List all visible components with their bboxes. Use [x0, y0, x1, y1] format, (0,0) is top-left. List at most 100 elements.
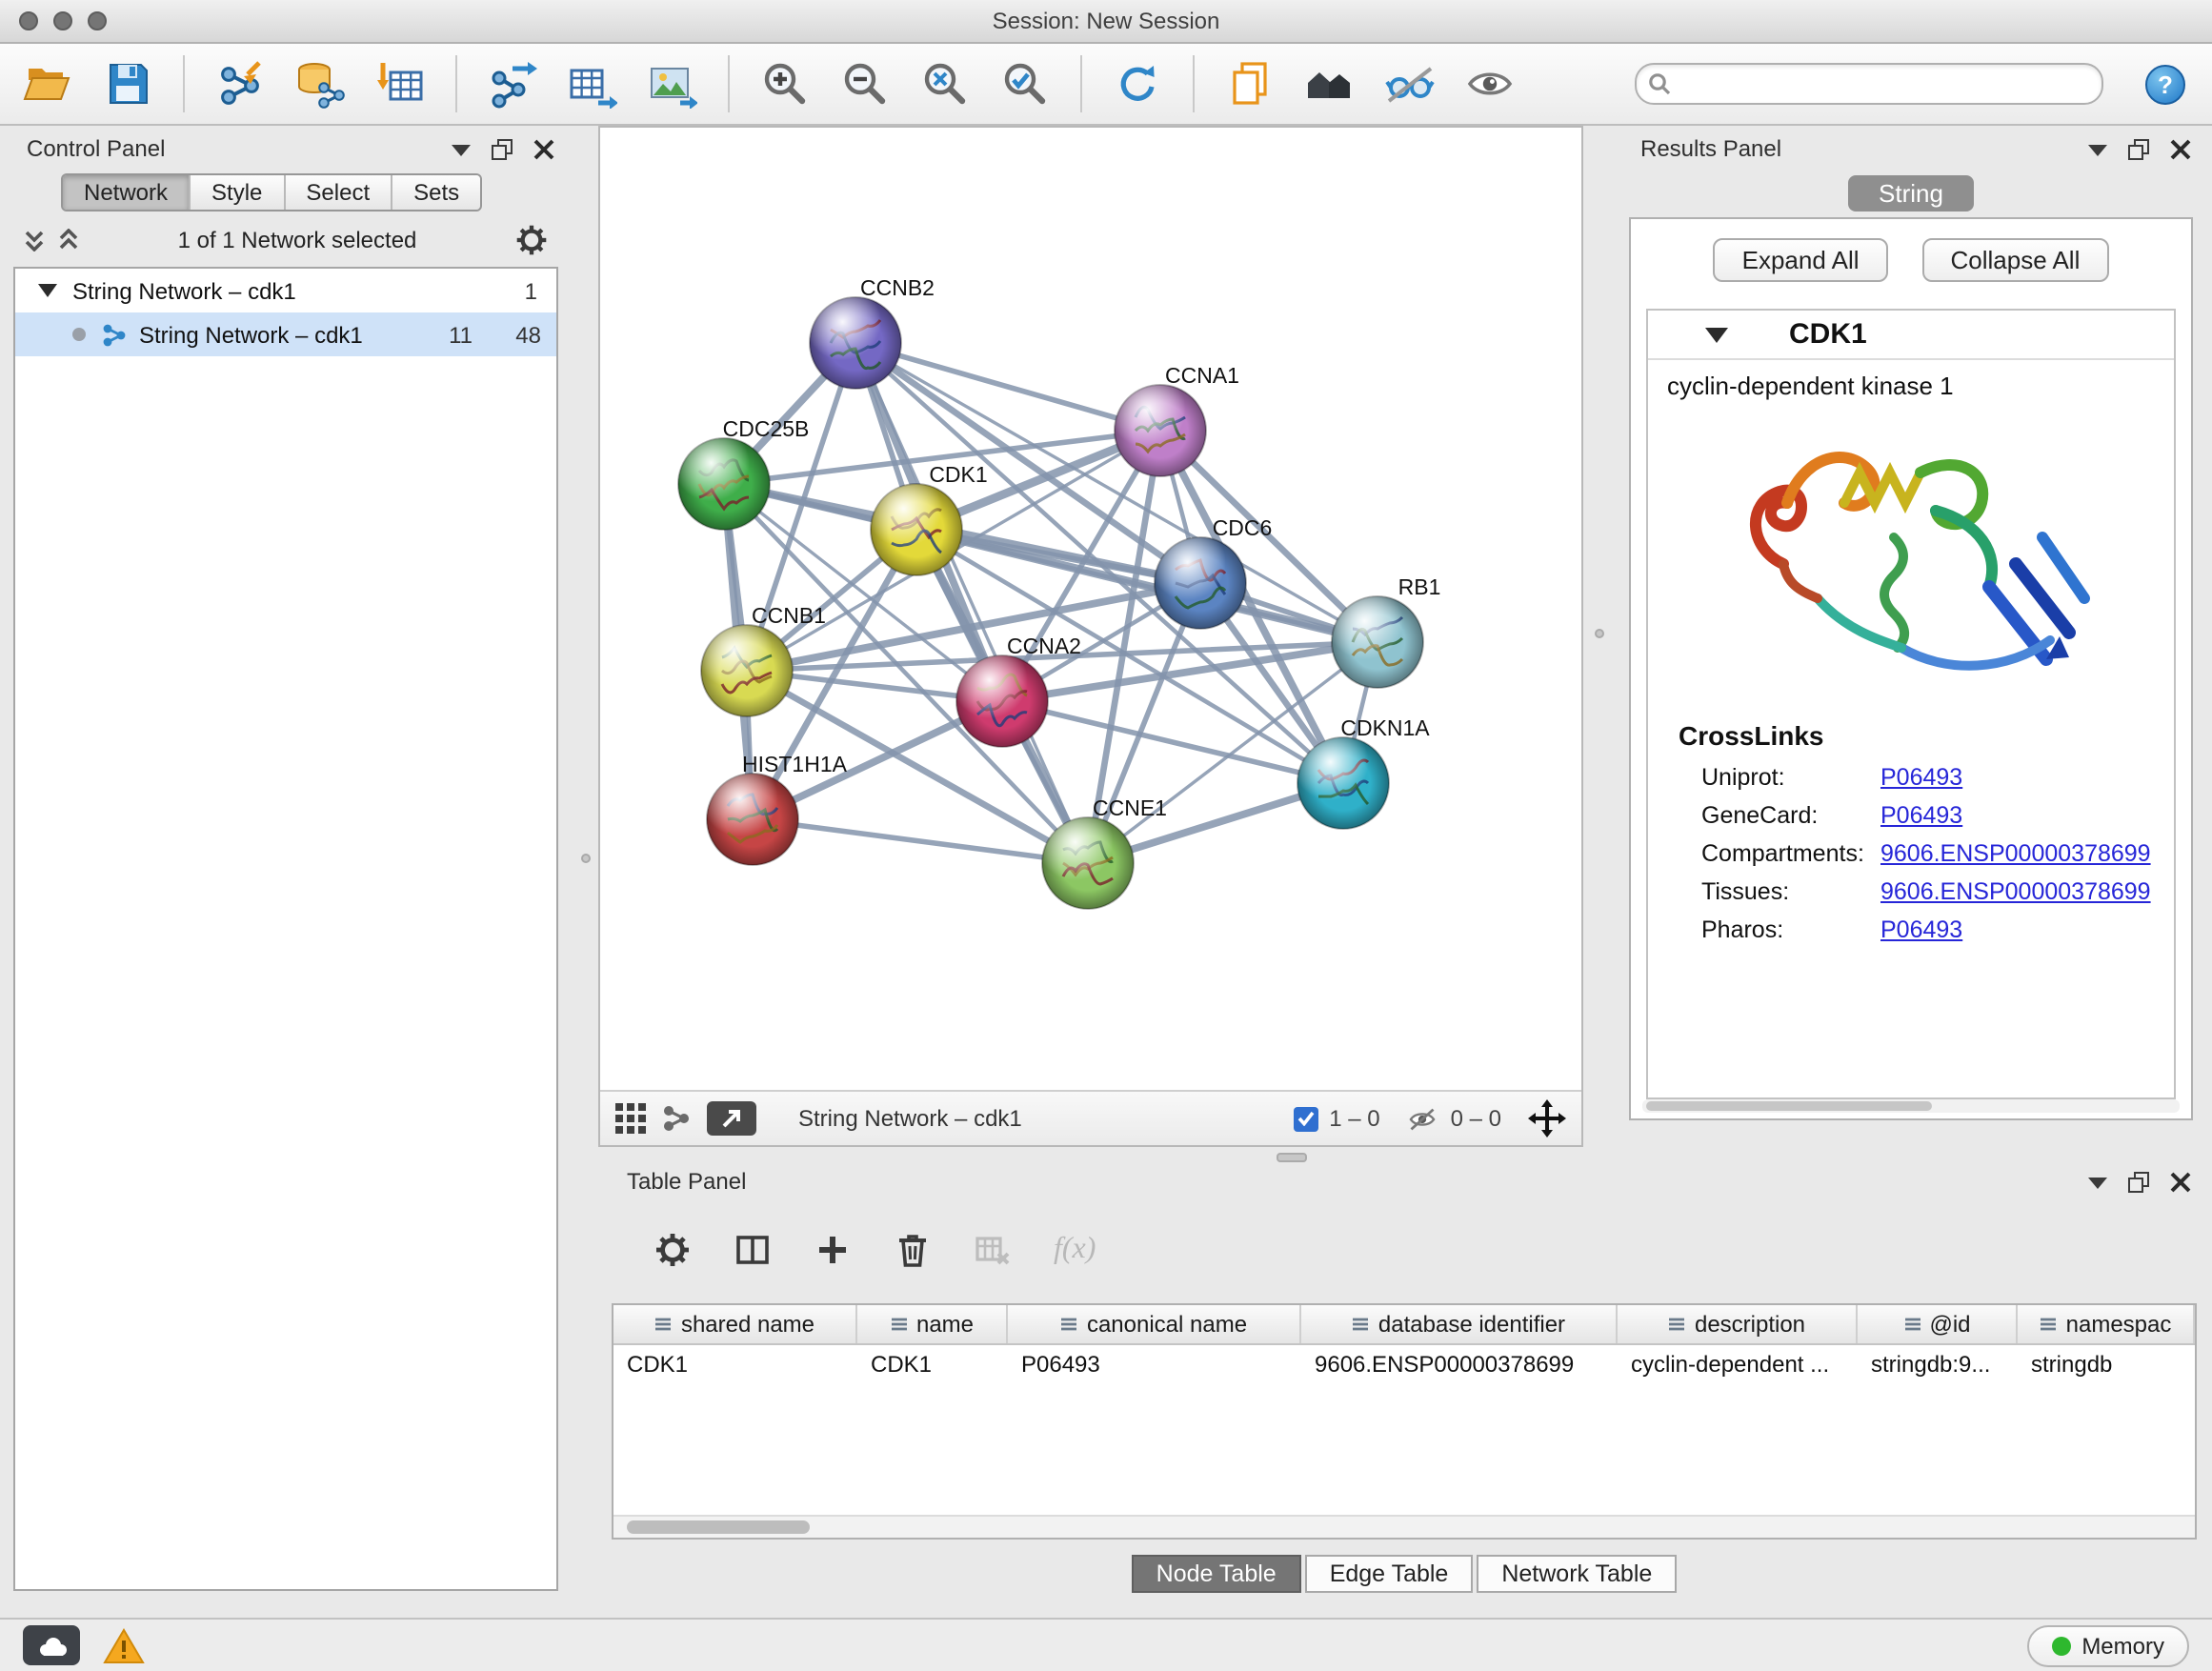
panel-menu-icon[interactable] — [2088, 1175, 2107, 1190]
network-node-CCNA2[interactable] — [956, 655, 1048, 747]
show-hide-button[interactable] — [1458, 51, 1522, 116]
apply-layout-button[interactable] — [1105, 51, 1170, 116]
results-panel: Results Panel String Expand All Collapse… — [1621, 133, 2201, 1128]
duplicate-pages-button[interactable] — [1217, 51, 1282, 116]
export-network-button[interactable] — [480, 51, 545, 116]
birdseye-grid-icon[interactable] — [615, 1103, 646, 1134]
toggle-graphics-details-button[interactable] — [1377, 51, 1442, 116]
panel-menu-icon[interactable] — [2088, 142, 2107, 157]
panel-float-icon[interactable] — [2128, 139, 2149, 160]
table-tabs: Node Table Edge Table Network Table — [608, 1555, 2201, 1593]
expand-all-button[interactable]: Expand All — [1714, 238, 1888, 282]
network-node-CCNA1[interactable] — [1115, 385, 1206, 476]
node-label-CDC6: CDC6 — [1213, 515, 1273, 540]
detach-view-button[interactable] — [707, 1101, 756, 1136]
table-horizontal-scrollbar[interactable] — [613, 1515, 2195, 1538]
network-node-RB1[interactable] — [1332, 596, 1423, 688]
tab-network[interactable]: Network — [63, 175, 189, 210]
network-node-CCNB1[interactable] — [701, 625, 793, 716]
panel-float-icon[interactable] — [2128, 1172, 2149, 1193]
tab-sets[interactable]: Sets — [391, 175, 480, 210]
column-header-id[interactable]: @id — [1858, 1305, 2018, 1343]
warning-icon[interactable] — [103, 1626, 145, 1664]
crosslink-tissues[interactable]: 9606.ENSP00000378699 — [1880, 878, 2151, 905]
tab-node-table[interactable]: Node Table — [1132, 1555, 1301, 1593]
network-options-gear-icon[interactable] — [514, 223, 549, 257]
export-image-button[interactable] — [640, 51, 705, 116]
crosslink-compartments[interactable]: 9606.ENSP00000378699 — [1880, 840, 2151, 867]
column-header-description[interactable]: description — [1618, 1305, 1858, 1343]
column-type-icon — [654, 1315, 674, 1334]
pan-move-icon[interactable] — [1528, 1099, 1566, 1137]
help-button[interactable]: ? — [2145, 64, 2185, 104]
check-icon — [1297, 1111, 1314, 1126]
panel-close-icon[interactable] — [2170, 139, 2191, 160]
selection-checkbox[interactable] — [1293, 1106, 1317, 1131]
add-column-plus-icon[interactable] — [814, 1231, 852, 1269]
collapse-all-icon[interactable] — [23, 229, 46, 252]
right-splitter-handle[interactable] — [1595, 629, 1604, 638]
panel-float-icon[interactable] — [492, 139, 513, 160]
cloud-button[interactable] — [23, 1625, 80, 1665]
zoom-in-button[interactable] — [753, 51, 817, 116]
left-splitter-handle[interactable] — [581, 854, 591, 863]
memory-button[interactable]: Memory — [2026, 1624, 2189, 1666]
show-columns-icon[interactable] — [734, 1231, 772, 1269]
results-scrollbar[interactable] — [1642, 1099, 2180, 1113]
string-results-box: Expand All Collapse All CDK1 cyclin-depe… — [1629, 217, 2193, 1120]
delete-trash-icon[interactable] — [894, 1231, 932, 1269]
home-view-button[interactable] — [1297, 51, 1362, 116]
import-network-file-button[interactable] — [208, 51, 272, 116]
table-row[interactable]: CDK1 CDK1 P06493 9606.ENSP00000378699 cy… — [613, 1345, 2195, 1383]
zoom-fit-button[interactable] — [913, 51, 977, 116]
network-node-CDC25B[interactable] — [678, 438, 770, 530]
zoom-out-button[interactable] — [833, 51, 897, 116]
crosslink-uniprot[interactable]: P06493 — [1880, 764, 1962, 791]
import-network-database-button[interactable] — [288, 51, 352, 116]
expand-all-icon[interactable] — [57, 229, 80, 252]
network-node-CDK1[interactable] — [871, 484, 962, 575]
column-header-database-identifier[interactable]: database identifier — [1301, 1305, 1618, 1343]
network-bullet-icon — [72, 328, 86, 341]
gene-expander-icon[interactable] — [1705, 327, 1728, 342]
export-table-button[interactable] — [560, 51, 625, 116]
overview-share-icon[interactable] — [661, 1103, 692, 1134]
function-builder-fx[interactable]: f(x) — [1054, 1233, 1096, 1267]
panel-close-icon[interactable] — [2170, 1172, 2191, 1193]
panel-close-icon[interactable] — [533, 139, 554, 160]
tab-style[interactable]: Style — [189, 175, 283, 210]
zoom-selected-button[interactable] — [993, 51, 1057, 116]
column-header-shared-name[interactable]: shared name — [613, 1305, 857, 1343]
network-node-CCNE1[interactable] — [1042, 817, 1134, 909]
titlebar: Session: New Session — [0, 0, 2212, 44]
crosslink-pharos[interactable]: P06493 — [1880, 916, 1962, 943]
crosslink-genecard[interactable]: P06493 — [1880, 802, 1962, 829]
hidden-eye-slash-icon[interactable] — [1407, 1104, 1439, 1133]
column-header-namespace[interactable]: namespac — [2018, 1305, 2195, 1343]
collapse-all-button[interactable]: Collapse All — [1922, 238, 2109, 282]
save-session-button[interactable] — [95, 51, 160, 116]
network-canvas[interactable]: CCNB2CCNA1CDC25BCDK1CDC6RB1CCNB1CCNA2CDK… — [600, 128, 1581, 1094]
import-table-button[interactable] — [368, 51, 432, 116]
results-tab-string[interactable]: String — [1848, 175, 1974, 211]
column-header-canonical-name[interactable]: canonical name — [1008, 1305, 1301, 1343]
tab-edge-table[interactable]: Edge Table — [1305, 1555, 1474, 1593]
bottom-splitter-handle[interactable] — [1277, 1153, 1307, 1162]
collection-expander-icon[interactable] — [38, 284, 57, 297]
search-input[interactable] — [1682, 67, 2090, 101]
network-node-CDC6[interactable] — [1155, 537, 1246, 629]
delete-table-icon-disabled[interactable] — [974, 1231, 1012, 1269]
tab-select[interactable]: Select — [283, 175, 391, 210]
column-header-name[interactable]: name — [857, 1305, 1008, 1343]
toolbar-search — [1635, 63, 2103, 105]
panel-menu-icon[interactable] — [452, 142, 471, 157]
table-settings-gear-icon[interactable] — [654, 1231, 692, 1269]
folder-open-icon — [23, 59, 72, 109]
open-session-button[interactable] — [15, 51, 80, 116]
network-row-selected[interactable]: String Network – cdk1 11 48 — [15, 312, 556, 356]
network-node-CCNB2[interactable] — [810, 297, 901, 389]
network-node-CDKN1A[interactable] — [1297, 737, 1389, 829]
tab-network-table[interactable]: Network Table — [1477, 1555, 1677, 1593]
network-collection-row[interactable]: String Network – cdk1 1 — [15, 269, 556, 312]
network-node-HIST1H1A[interactable] — [707, 774, 798, 865]
